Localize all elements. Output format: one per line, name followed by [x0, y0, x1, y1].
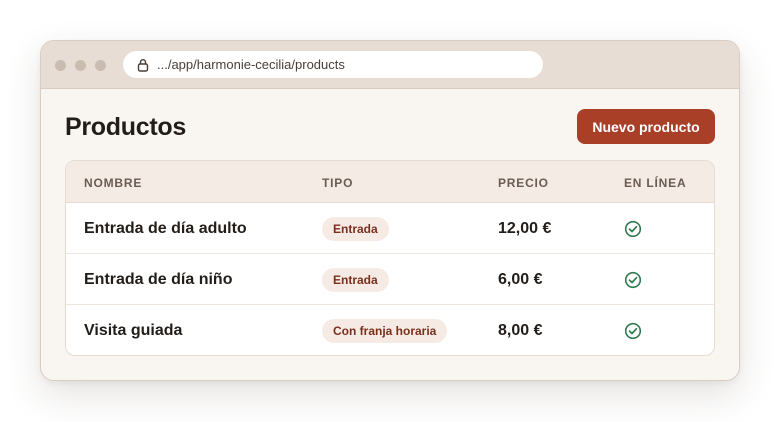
column-header-name[interactable]: NOMBRE: [84, 176, 142, 190]
table-row[interactable]: Entrada de día adulto Entrada 12,00 €: [66, 203, 714, 254]
column-header-online[interactable]: EN LÍNEA: [624, 176, 686, 190]
check-circle-icon: [624, 322, 642, 339]
address-url: .../app/harmonie-cecilia/products: [157, 57, 345, 72]
address-bar[interactable]: .../app/harmonie-cecilia/products: [123, 51, 543, 78]
window-close-dot[interactable]: [55, 60, 66, 71]
column-header-price[interactable]: PRECIO: [498, 176, 549, 190]
check-circle-icon: [624, 271, 642, 288]
lock-icon: [137, 58, 149, 72]
product-price: 6,00 €: [498, 270, 543, 288]
product-type-cell: Con franja horaria: [322, 305, 448, 355]
browser-titlebar: .../app/harmonie-cecilia/products: [41, 41, 739, 89]
online-status-cell: [624, 305, 642, 355]
type-badge: Con franja horaria: [322, 318, 448, 343]
table-row[interactable]: Entrada de día niño Entrada 6,00 €: [66, 254, 714, 305]
check-circle-icon: [624, 220, 642, 237]
table-header: NOMBRE TIPO PRECIO EN LÍNEA: [66, 161, 714, 203]
window-maximize-dot[interactable]: [95, 60, 106, 71]
online-status-cell: [624, 254, 642, 305]
product-type-cell: Entrada: [322, 254, 389, 305]
products-table: NOMBRE TIPO PRECIO EN LÍNEA Entrada de d…: [65, 160, 715, 356]
online-status-cell: [624, 203, 642, 254]
product-price: 8,00 €: [498, 321, 543, 339]
table-row[interactable]: Visita guiada Con franja horaria 8,00 €: [66, 305, 714, 355]
product-price: 12,00 €: [498, 219, 552, 237]
window-minimize-dot[interactable]: [75, 60, 86, 71]
type-badge: Entrada: [322, 216, 389, 241]
new-product-button[interactable]: Nuevo producto: [577, 109, 715, 144]
product-name[interactable]: Entrada de día niño: [84, 254, 232, 305]
page-content: Productos Nuevo producto NOMBRE TIPO PRE…: [41, 89, 739, 380]
product-type-cell: Entrada: [322, 203, 389, 254]
column-header-type[interactable]: TIPO: [322, 176, 353, 190]
page-title: Productos: [65, 113, 186, 141]
browser-window: .../app/harmonie-cecilia/products Produc…: [40, 40, 740, 381]
product-name[interactable]: Visita guiada: [84, 305, 182, 355]
type-badge: Entrada: [322, 267, 389, 292]
product-name[interactable]: Entrada de día adulto: [84, 203, 247, 254]
